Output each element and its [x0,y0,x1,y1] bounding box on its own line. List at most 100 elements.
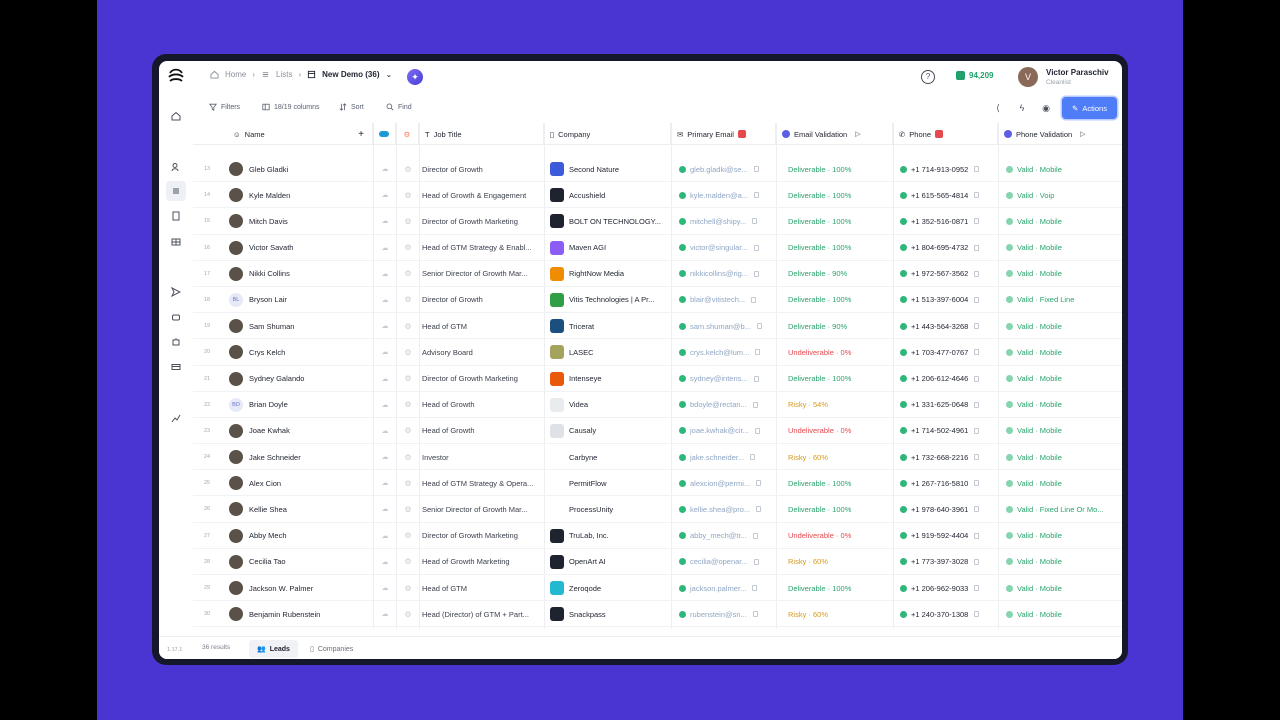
email-cell[interactable]: mitchell@shipy... [679,208,775,234]
phone-cell[interactable]: +1 919-592-4404 [900,523,998,549]
copy-icon[interactable] [752,532,758,539]
copy-icon[interactable] [974,375,980,382]
user-avatar[interactable]: V [1018,67,1038,87]
table-row[interactable]: 30 Benjamin Rubenstein ☁ ⚙ Head (Directo… [193,601,1122,628]
salesforce-icon[interactable]: ☁ [379,339,391,365]
copy-icon[interactable] [974,506,980,513]
company-cell[interactable]: TruLab, Inc. [550,523,668,549]
email-cell[interactable]: alexcion@permi... [679,470,775,496]
table-row[interactable]: 27 Abby Mech ☁ ⚙ Director of Growth Mark… [193,523,1122,549]
email-cell[interactable]: abby_mech@tr... [679,523,775,549]
nav-contacts-icon[interactable] [169,209,183,223]
job-title[interactable]: Investor [422,444,536,470]
table-row[interactable]: 29 Jackson W. Palmer ☁ ⚙ Head of GTM Zer… [193,575,1122,602]
sort-button[interactable]: Sort [339,103,364,111]
copy-icon[interactable] [974,244,980,251]
job-title[interactable]: Senior Director of Growth Mar... [422,261,536,287]
tab-leads[interactable]: 👥 Leads [249,640,298,658]
company-cell[interactable]: Intenseye [550,366,668,392]
copy-icon[interactable] [756,480,762,487]
job-title[interactable]: Director of Growth [422,156,536,182]
salesforce-icon[interactable]: ☁ [379,366,391,392]
breadcrumb-home[interactable]: Home [225,70,246,79]
phone-cell[interactable]: +1 352-516-0871 [900,208,998,234]
copy-icon[interactable] [974,427,980,434]
phone-cell[interactable]: +1 703-477-0767 [900,339,998,365]
table-row[interactable]: 13 Gleb Gladki ☁ ⚙ Director of Growth Se… [193,156,1122,183]
job-title[interactable]: Head of GTM [422,313,536,339]
copy-icon[interactable] [974,611,980,618]
company-cell[interactable]: Snackpass [550,601,668,627]
broadcast-icon[interactable]: ◉ [1039,101,1053,115]
phone-cell[interactable]: +1 978-640-3961 [900,496,998,522]
find-button[interactable]: Find [386,103,412,111]
email-cell[interactable]: sam.shuman@b... [679,313,775,339]
play-icon[interactable]: ▷ [855,130,860,138]
breadcrumb-lists[interactable]: Lists [276,70,292,79]
nav-billing-icon[interactable] [169,360,183,374]
salesforce-icon[interactable]: ☁ [379,418,391,444]
table-row[interactable]: 25 Alex Cion ☁ ⚙ Head of GTM Strategy & … [193,470,1122,497]
table-row[interactable]: 26 Kellie Shea ☁ ⚙ Senior Director of Gr… [193,496,1122,523]
app-logo-icon[interactable] [167,68,185,86]
name-cell[interactable]: BL Bryson Lair [229,287,369,313]
name-cell[interactable]: Abby Mech [229,523,369,549]
copy-icon[interactable] [756,506,762,513]
name-cell[interactable]: Kyle Malden [229,182,369,208]
salesforce-icon[interactable]: ☁ [379,444,391,470]
phone-cell[interactable]: +1 773-397-3028 [900,549,998,575]
job-title[interactable]: Senior Director of Growth Mar... [422,496,536,522]
table-row[interactable]: 19 Sam Shuman ☁ ⚙ Head of GTM Tricerat s… [193,313,1122,340]
job-title[interactable]: Head of GTM Strategy & Opera... [422,470,536,496]
actions-button[interactable]: ✎ Actions [1062,97,1117,119]
column-header-company[interactable]: ▯ Company [544,123,671,145]
phone-cell[interactable]: +1 206-962-9033 [900,575,998,601]
hubspot-icon[interactable]: ⚙ [402,261,414,287]
company-cell[interactable]: Causaly [550,418,668,444]
nav-bot-icon[interactable] [169,310,183,324]
copy-icon[interactable] [974,323,980,330]
name-cell[interactable]: Crys Kelch [229,339,369,365]
phone-cell[interactable]: +1 714-913-0952 [900,156,998,182]
salesforce-icon[interactable]: ☁ [379,601,391,627]
email-cell[interactable]: rubenstein@sn... [679,601,775,627]
company-cell[interactable]: Videa [550,392,668,418]
table-row[interactable]: 18 BL Bryson Lair ☁ ⚙ Director of Growth … [193,287,1122,314]
company-cell[interactable]: ProcessUnity [550,496,668,522]
company-cell[interactable]: BOLT ON TECHNOLOGY... [550,208,668,234]
salesforce-icon[interactable]: ☁ [379,156,391,182]
copy-icon[interactable] [753,244,759,251]
columns-button[interactable]: 18/19 columns [262,103,320,111]
job-title[interactable]: Head of GTM Strategy & Enabl... [422,235,536,261]
job-title[interactable]: Head of Growth [422,418,536,444]
email-cell[interactable]: blair@vitistech... [679,287,775,313]
job-title[interactable]: Head of Growth Marketing [422,549,536,575]
copy-icon[interactable] [750,454,756,461]
job-title[interactable]: Advisory Board [422,339,536,365]
ai-sparkle-icon[interactable]: ✦ [407,69,423,85]
nav-analytics-icon[interactable] [169,411,183,425]
table-row[interactable]: 20 Crys Kelch ☁ ⚙ Advisory Board LASEC c… [193,339,1122,366]
email-cell[interactable]: bdoyle@rectan... [679,392,775,418]
phone-cell[interactable]: +1 331-625-0648 [900,392,998,418]
company-cell[interactable]: OpenArt AI [550,549,668,575]
hubspot-icon[interactable]: ⚙ [402,523,414,549]
breadcrumb-current[interactable]: New Demo (36) [322,70,379,79]
table-row[interactable]: 16 Victor Savath ☁ ⚙ Head of GTM Strateg… [193,235,1122,261]
copy-icon[interactable] [974,585,980,591]
copy-icon[interactable] [755,349,761,356]
nav-home-icon[interactable] [169,109,183,123]
copy-icon[interactable] [754,427,760,434]
email-cell[interactable]: victor@singular... [679,235,775,261]
nav-table-icon[interactable] [169,235,183,249]
name-cell[interactable]: Victor Savath [229,235,369,261]
table-row[interactable]: 28 Cecilia Tao ☁ ⚙ Head of Growth Market… [193,549,1122,575]
table-row[interactable]: 21 Sydney Galando ☁ ⚙ Director of Growth… [193,366,1122,392]
email-cell[interactable]: sydney@intens... [679,366,775,392]
copy-icon[interactable] [974,166,980,172]
hubspot-icon[interactable]: ⚙ [402,418,414,444]
hubspot-icon[interactable]: ⚙ [402,287,414,313]
copy-icon[interactable] [974,349,980,356]
copy-icon[interactable] [974,480,980,487]
copy-icon[interactable] [753,375,759,382]
